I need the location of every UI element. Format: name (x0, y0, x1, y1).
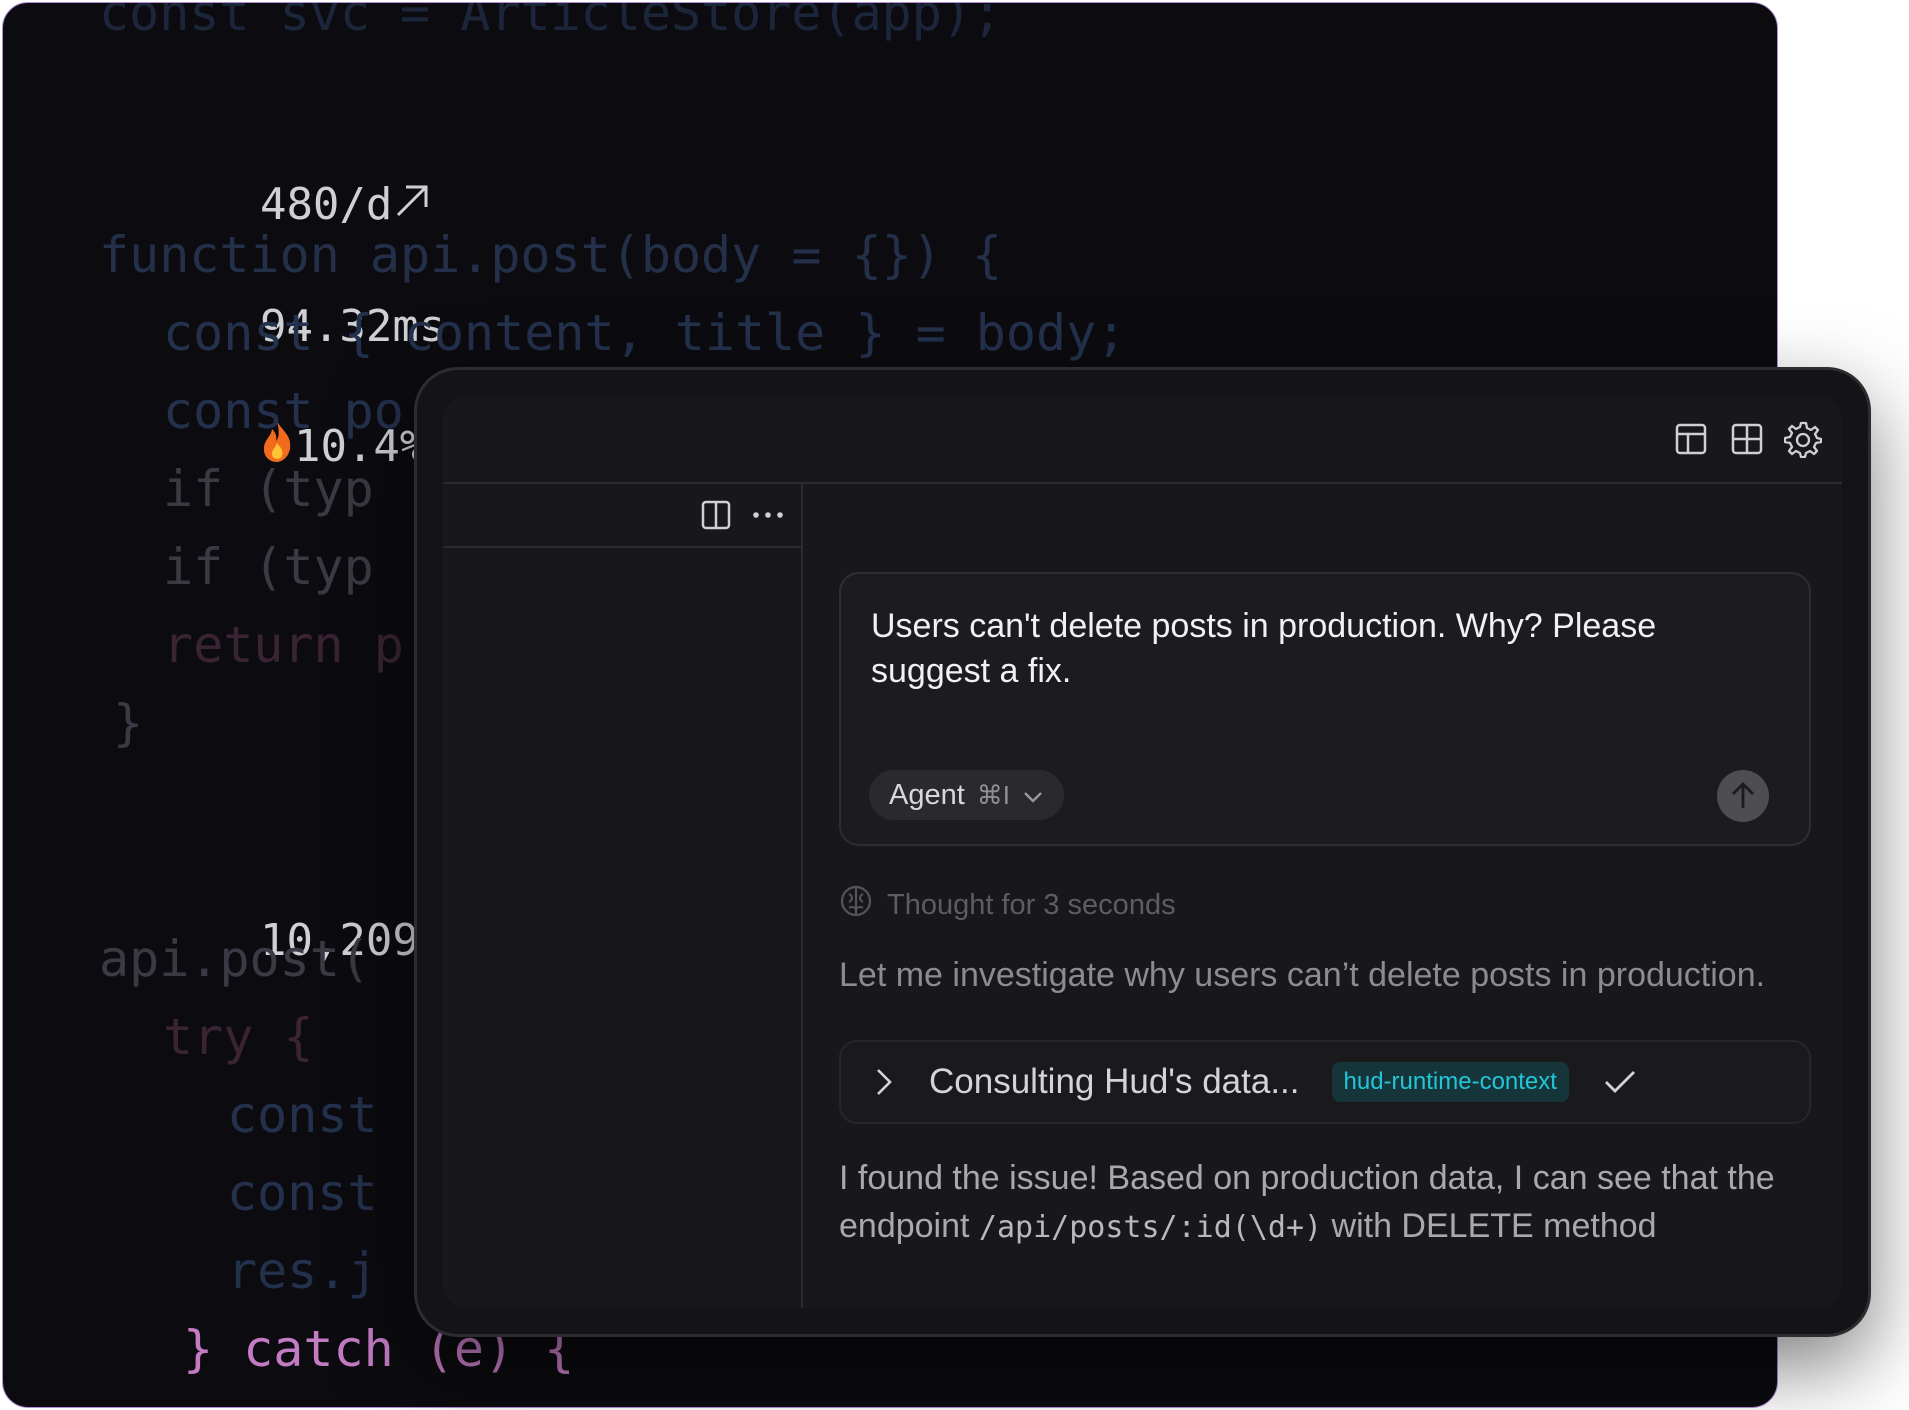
ai-chat-panel: Users can't delete posts in production. … (414, 367, 1871, 1337)
code-line: const svc = ArticleStore(app); (99, 2, 1003, 42)
agent-shortcut: ⌘I (976, 779, 1011, 810)
tool-call-label: Consulting Hud's data... (929, 1062, 1300, 1101)
prompt-input-box[interactable]: Users can't delete posts in production. … (839, 572, 1811, 846)
result-text-2: with DELETE method (1322, 1207, 1657, 1245)
tool-call-card[interactable]: Consulting Hud's data... hud-runtime-con… (839, 1040, 1811, 1124)
code-line: const (227, 1086, 378, 1144)
thought-indicator[interactable]: Thought for 3 seconds (839, 884, 1176, 926)
layout-sidebar-icon[interactable] (1672, 420, 1710, 458)
chat-history-pane (443, 484, 803, 1308)
send-button[interactable] (1717, 770, 1769, 822)
code-line: res.j (227, 1242, 378, 1300)
history-toolbar (443, 484, 801, 548)
code-line: return p (163, 616, 404, 674)
thought-label: Thought for 3 seconds (887, 888, 1176, 921)
agent-mode-label: Agent (889, 778, 965, 811)
assistant-message-intro: Let me investigate why users can’t delet… (839, 956, 1766, 994)
agent-mode-selector[interactable]: Agent ⌘I (869, 770, 1065, 820)
tool-context-tag: hud-runtime-context (1331, 1062, 1569, 1102)
code-line: try { (163, 1008, 314, 1066)
code-line: ... (323, 1395, 413, 1407)
code-line: const { content, title } = body; (163, 304, 1127, 362)
code-line: if (typ (163, 460, 374, 518)
chat-window: Users can't delete posts in production. … (443, 396, 1842, 1308)
split-view-icon[interactable] (697, 496, 735, 534)
code-line: const po (163, 382, 404, 440)
brain-icon (839, 884, 873, 926)
layout-grid-icon[interactable] (1728, 420, 1766, 458)
prompt-text[interactable]: Users can't delete posts in production. … (871, 604, 1749, 694)
chat-top-bar (443, 396, 1842, 484)
chat-conversation: Users can't delete posts in production. … (803, 484, 1842, 1308)
history-tools (697, 496, 787, 534)
code-line: api.post( (99, 930, 370, 988)
chevron-right-icon[interactable] (875, 1067, 893, 1097)
result-endpoint-code: /api/posts/:id(\d+) (978, 1210, 1323, 1245)
more-icon[interactable] (749, 496, 787, 534)
code-line: if (typ (163, 538, 374, 596)
request-rate: 480/d (259, 179, 393, 230)
code-line: const (227, 1164, 378, 1222)
check-icon (1603, 1069, 1637, 1095)
assistant-message-result: I found the issue! Based on production d… (839, 1154, 1839, 1252)
chevron-down-icon (1022, 779, 1044, 812)
code-line: } (113, 694, 144, 752)
top-toolbar (1672, 420, 1822, 458)
metrics-row-1: 480/d 94.32ms 10.4%err (101, 115, 542, 472)
gear-icon[interactable] (1784, 420, 1822, 458)
code-line: function api.post(body = {}) { (99, 226, 1003, 284)
